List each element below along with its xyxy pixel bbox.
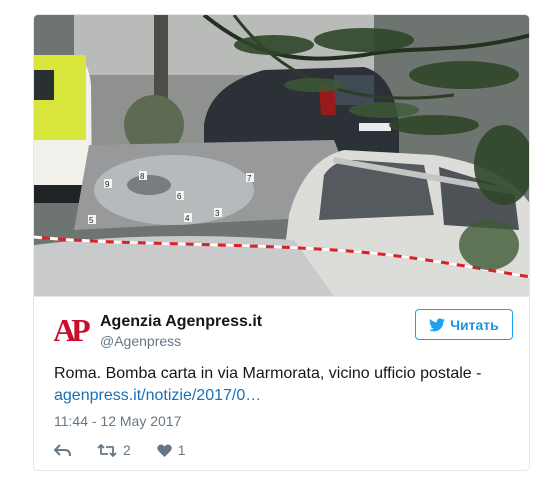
like-count: 1 [177,442,186,458]
tweet-text-body: Roma. Bomba carta in via Marmorata, vici… [54,365,482,382]
photo-marker: 8 [140,172,145,181]
photo-marker: 4 [185,214,190,223]
reply-button[interactable] [54,443,71,457]
tweet-actions: 2 1 [54,441,212,459]
heart-icon [157,443,172,457]
photo-marker: 5 [89,216,94,225]
author-handle[interactable]: @Agenpress [100,333,181,349]
reply-icon [54,443,71,456]
retweet-count: 2 [123,442,131,458]
tweet-photo[interactable]: 9 8 6 7 5 4 3 [34,15,529,297]
svg-text:AP: AP [54,312,90,347]
tweet-link[interactable]: agenpress.it/notizie/2017/0… [54,387,261,404]
agenpress-logo[interactable]: AP [54,311,90,347]
follow-button[interactable]: Читать [415,309,513,340]
tweet-text: Roma. Bomba carta in via Marmorata, vici… [54,363,514,407]
author-name[interactable]: Agenzia Agenpress.it [100,313,262,331]
follow-label: Читать [450,316,499,333]
photo-marker: 9 [105,180,110,189]
twitter-bird-icon [429,317,446,331]
tweet-timestamp[interactable]: 11:44 - 12 May 2017 [54,413,181,429]
photo-marker: 3 [215,209,220,218]
tweet-card: 9 8 6 7 5 4 3 AP Agenzia Agenpress.it @A… [33,14,530,471]
retweet-button[interactable]: 2 [97,442,131,458]
like-button[interactable]: 1 [157,442,186,458]
retweet-icon [97,443,117,457]
photo-marker: 6 [177,192,182,201]
photo-marker: 7 [247,174,252,183]
